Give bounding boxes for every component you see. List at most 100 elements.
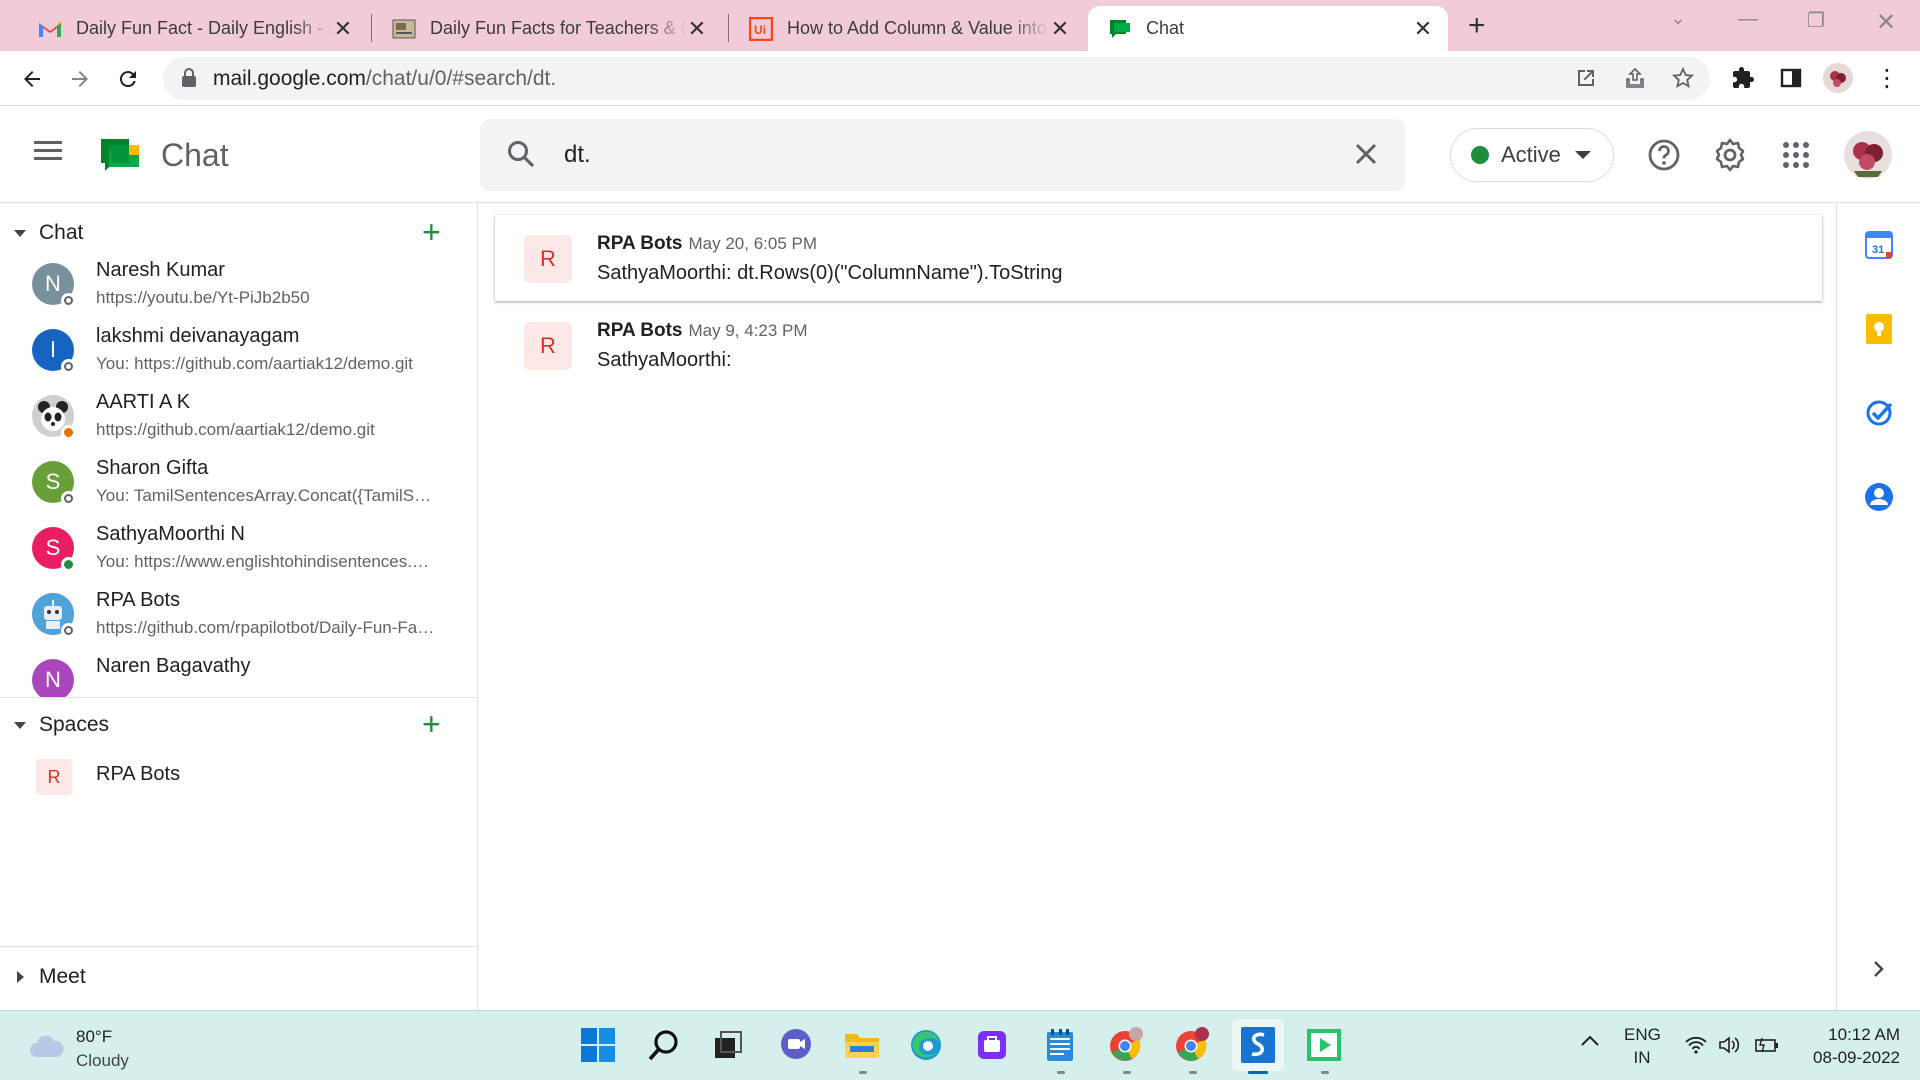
- restore-button[interactable]: ❐: [1796, 8, 1836, 33]
- video-player-icon[interactable]: [1304, 1025, 1344, 1065]
- tab-search-chevron-icon[interactable]: ⌄: [1658, 8, 1698, 29]
- region-code: IN: [1633, 1048, 1651, 1067]
- search-results-pane: R RPA Bots May 20, 6:05 PM SathyaMoorthi:…: [479, 203, 1836, 1010]
- edge-browser-icon[interactable]: [906, 1025, 946, 1065]
- dm-item[interactable]: N Naresh Kumar https://youtu.be/Yt-PiJb2…: [0, 253, 477, 319]
- forward-button[interactable]: [62, 61, 98, 97]
- space-name: RPA Bots: [96, 763, 181, 785]
- dm-item[interactable]: S Sharon Gifta You: TamilSentencesArray.…: [0, 451, 477, 517]
- search-result-item[interactable]: R RPA Bots May 9, 4:23 PM SathyaMoorthi:: [495, 302, 1822, 388]
- chrome-profile-2-icon[interactable]: [1172, 1025, 1212, 1065]
- collapse-triangle-icon[interactable]: [14, 721, 26, 729]
- chat-section-header[interactable]: Chat +: [0, 213, 478, 253]
- avatar: N: [32, 659, 74, 697]
- volume-icon[interactable]: [1718, 1035, 1742, 1080]
- space-item[interactable]: R RPA Bots: [0, 747, 477, 803]
- google-keep-icon[interactable]: [1863, 313, 1895, 345]
- system-clock[interactable]: 10:12 AM 08-09-2022: [1804, 1023, 1900, 1080]
- wifi-icon[interactable]: [1684, 1035, 1708, 1080]
- dm-item[interactable]: l lakshmi deivanayagam You: https://gith…: [0, 319, 477, 385]
- dm-item[interactable]: RPA Bots https://github.com/rpapilotbot/…: [0, 583, 477, 649]
- show-hidden-icons-chevron[interactable]: [1580, 1033, 1600, 1080]
- close-tab-icon[interactable]: ✕: [686, 16, 708, 42]
- minimize-button[interactable]: —: [1728, 8, 1768, 31]
- search-input[interactable]: [564, 135, 1264, 175]
- collapse-triangle-icon[interactable]: [14, 229, 26, 237]
- message-preview: https://github.com/aartiak12/demo.git: [96, 420, 375, 439]
- expand-triangle-icon[interactable]: [17, 971, 24, 983]
- google-apps-grid-icon[interactable]: [1776, 135, 1816, 175]
- help-icon[interactable]: [1644, 135, 1684, 175]
- chrome-profile-1-icon[interactable]: [1106, 1025, 1146, 1065]
- presence-indicator: [61, 557, 76, 572]
- open-in-app-icon[interactable]: [1573, 65, 1599, 91]
- presence-indicator: [61, 491, 76, 506]
- meet-section-header[interactable]: Meet: [0, 957, 478, 997]
- google-chat-logo-icon[interactable]: [99, 135, 141, 177]
- gmail-icon: [38, 17, 62, 41]
- task-view-icon[interactable]: [708, 1025, 748, 1065]
- browser-tab-uipath[interactable]: Ui How to Add Column & Value into DataTa…: [729, 6, 1085, 51]
- reload-button[interactable]: [110, 61, 146, 97]
- new-space-plus-icon[interactable]: +: [422, 708, 441, 740]
- profile-avatar[interactable]: [1823, 63, 1853, 93]
- running-indicator: [1123, 1071, 1131, 1074]
- browser-toolbar: mail.google.com/chat/u/0/#search/dt. ⋮: [0, 51, 1920, 106]
- contact-name: SathyaMoorthi N: [96, 523, 245, 545]
- extensions-puzzle-icon[interactable]: [1728, 63, 1758, 93]
- browser-tab-gmail[interactable]: Daily Fun Fact - Daily English - sathyam…: [18, 6, 368, 51]
- dm-item[interactable]: AARTI A K https://github.com/aartiak12/d…: [0, 385, 477, 451]
- uipath-studio-icon[interactable]: [1232, 1019, 1284, 1071]
- close-tab-icon[interactable]: ✕: [1049, 16, 1071, 42]
- close-tab-icon[interactable]: ✕: [332, 16, 354, 42]
- status-dropdown[interactable]: Active: [1450, 128, 1614, 182]
- svg-text:31: 31: [1872, 244, 1884, 256]
- language-indicator[interactable]: ENG IN: [1624, 1023, 1661, 1080]
- back-button[interactable]: [14, 61, 50, 97]
- new-tab-button[interactable]: +: [1468, 9, 1486, 43]
- share-icon[interactable]: [1622, 65, 1648, 91]
- google-contacts-icon[interactable]: [1863, 481, 1895, 513]
- address-bar[interactable]: mail.google.com/chat/u/0/#search/dt.: [163, 57, 1710, 100]
- file-explorer-icon[interactable]: [842, 1025, 882, 1065]
- settings-gear-icon[interactable]: [1710, 135, 1750, 175]
- browser-menu-icon[interactable]: ⋮: [1872, 63, 1902, 93]
- presence-indicator: [61, 293, 76, 308]
- windows-start-icon[interactable]: [578, 1025, 618, 1065]
- running-indicator: [1189, 1071, 1197, 1074]
- timestamp: May 9, 4:23 PM: [688, 321, 808, 340]
- space-avatar: R: [524, 322, 572, 370]
- clear-search-icon[interactable]: [1351, 139, 1381, 174]
- close-window-button[interactable]: ✕: [1866, 8, 1906, 37]
- close-tab-icon[interactable]: ✕: [1412, 16, 1434, 42]
- dm-item[interactable]: N Naren Bagavathy: [0, 649, 477, 697]
- app-title[interactable]: Chat: [161, 137, 229, 174]
- new-chat-plus-icon[interactable]: +: [422, 216, 441, 248]
- running-indicator: [1057, 1071, 1065, 1074]
- main-menu-icon[interactable]: [34, 139, 74, 169]
- tab-title: Daily Fun Fact - Daily English - sathyam…: [76, 18, 332, 38]
- expand-panel-chevron-icon[interactable]: [1863, 953, 1895, 985]
- account-avatar[interactable]: [1844, 131, 1892, 179]
- dm-item[interactable]: S SathyaMoorthi N You: https://www.engli…: [0, 517, 477, 583]
- google-tasks-icon[interactable]: [1863, 397, 1895, 429]
- browser-tab-strip: Daily Fun Fact - Daily English - sathyam…: [0, 0, 1920, 51]
- search-bar: [480, 119, 1405, 191]
- spaces-section-header[interactable]: Spaces +: [0, 705, 478, 745]
- browser-tab-fun-facts[interactable]: Daily Fun Facts for Teachers & Students …: [372, 6, 722, 51]
- google-calendar-icon[interactable]: 31: [1863, 229, 1895, 261]
- notepad-icon[interactable]: [1040, 1025, 1080, 1065]
- battery-icon[interactable]: [1754, 1035, 1780, 1080]
- teams-chat-icon[interactable]: [776, 1025, 816, 1065]
- weather-condition: Cloudy: [76, 1051, 129, 1070]
- bookmark-star-icon[interactable]: [1670, 65, 1696, 91]
- browser-tab-chat[interactable]: Chat ✕: [1088, 6, 1448, 51]
- lock-icon[interactable]: [181, 68, 197, 93]
- store-bag-icon[interactable]: [972, 1025, 1012, 1065]
- search-icon[interactable]: [506, 139, 536, 174]
- side-panel-icon[interactable]: [1776, 63, 1806, 93]
- left-sidebar: Chat + N Naresh Kumar https://youtu.be/Y…: [0, 203, 478, 1010]
- search-result-item[interactable]: R RPA Bots May 20, 6:05 PM SathyaMoorthi:…: [495, 215, 1822, 301]
- taskbar-search-icon[interactable]: [644, 1025, 684, 1065]
- sender-name: RPA Bots: [597, 233, 683, 254]
